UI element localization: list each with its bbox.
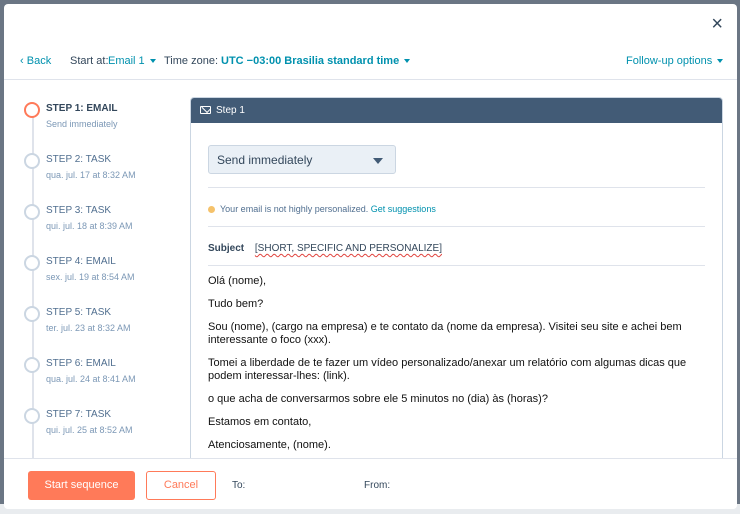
from-label: From: [364, 480, 391, 491]
step-title: STEP 5: TASK [46, 307, 112, 318]
get-suggestions-link[interactable]: Get suggestions [371, 204, 436, 214]
email-body[interactable]: Olá (nome), Tudo bem? Sou (nome), (cargo n… [208, 275, 713, 462]
step-title: STEP 1: EMAIL [46, 103, 118, 114]
time-zone-value: UTC −03:00 Brasilia standard time [221, 55, 400, 67]
email-paragraph: Olá (nome), [208, 275, 267, 287]
email-paragraph: Atenciosamente, (nome). [208, 439, 331, 451]
time-zone-dropdown[interactable]: UTC −03:00 Brasilia standard time [221, 55, 411, 67]
step-schedule: Send immediately [46, 119, 118, 129]
step-schedule: ter. jul. 23 at 8:32 AM [46, 323, 131, 333]
step-circle-icon [24, 357, 40, 373]
step-schedule: qui. jul. 25 at 8:52 AM [46, 425, 133, 435]
envelope-icon [200, 106, 211, 114]
start-at-value: Email 1 [108, 55, 145, 67]
follow-up-label: Follow-up options [626, 55, 713, 67]
step-title: STEP 6: EMAIL [46, 358, 116, 369]
sequence-toolbar: ‹ Back Start at: Email 1 Time zone: UTC … [4, 42, 737, 80]
divider [208, 265, 705, 266]
sequence-modal: × ‹ Back Start at: Email 1 Time zone: UT… [4, 4, 737, 509]
warning-text: Your email is not highly personalized. [220, 204, 369, 214]
to-label: To: [232, 480, 246, 491]
time-zone-label: Time zone: [164, 55, 219, 67]
step-editor: Step 1 Send immediately Your email is no… [190, 97, 723, 477]
email-paragraph: o que acha de conversarmos sobre ele 5 m… [208, 393, 548, 405]
close-icon[interactable]: × [711, 14, 723, 34]
step-circle-icon [24, 102, 40, 118]
modal-footer: Start sequence Cancel To: From: [4, 458, 737, 509]
step-title: STEP 7: TASK [46, 409, 112, 420]
step-schedule: qua. jul. 24 at 8:41 AM [46, 374, 136, 384]
chevron-down-icon [149, 59, 156, 64]
cancel-button[interactable]: Cancel [146, 471, 216, 500]
step-circle-icon [24, 255, 40, 271]
step-circle-icon [24, 306, 40, 322]
start-at-dropdown[interactable]: Email 1 [108, 55, 156, 67]
step-title: STEP 4: EMAIL [46, 256, 116, 267]
follow-up-options[interactable]: Follow-up options [626, 55, 724, 67]
step-circle-icon [24, 204, 40, 220]
step-title: STEP 3: TASK [46, 205, 112, 216]
chevron-down-icon [717, 59, 724, 64]
divider [208, 187, 705, 188]
start-sequence-button[interactable]: Start sequence [28, 471, 135, 500]
back-label: Back [26, 55, 52, 67]
email-paragraph: Tudo bem? [208, 298, 264, 310]
step-schedule: qui. jul. 18 at 8:39 AM [46, 221, 133, 231]
back-link[interactable]: ‹ Back [20, 55, 51, 67]
step-circle-icon [24, 153, 40, 169]
subject-input[interactable]: [SHORT, SPECIFIC AND PERSONALIZE] [255, 243, 442, 254]
chevron-down-icon [373, 158, 383, 164]
send-timing-select[interactable]: Send immediately [208, 145, 396, 174]
step-schedule: sex. jul. 19 at 8:54 AM [46, 272, 135, 282]
email-paragraph: Tomei a liberdade de te fazer um vídeo p… [208, 357, 687, 382]
email-paragraph: Sou (nome), (cargo na empresa) e te cont… [208, 321, 682, 346]
subject-line[interactable]: Subject [SHORT, SPECIFIC AND PERSONALIZE… [208, 243, 442, 254]
chevron-down-icon [404, 59, 411, 64]
steps-list: STEP 1: EMAIL Send immediately STEP 2: TAS… [4, 81, 189, 461]
warning-dot-icon [208, 206, 215, 213]
subject-label: Subject [208, 243, 245, 254]
send-timing-value: Send immediately [217, 153, 313, 167]
personalization-warning: Your email is not highly personalized. G… [208, 204, 436, 214]
email-paragraph: Estamos em contato, [208, 416, 312, 428]
step-circle-icon [24, 408, 40, 424]
step-editor-title: Step 1 [216, 105, 245, 116]
step-editor-header: Step 1 [191, 98, 722, 123]
step-schedule: qua. jul. 17 at 8:32 AM [46, 170, 136, 180]
divider [208, 226, 705, 227]
start-at-label: Start at: [70, 55, 109, 67]
step-title: STEP 2: TASK [46, 154, 112, 165]
